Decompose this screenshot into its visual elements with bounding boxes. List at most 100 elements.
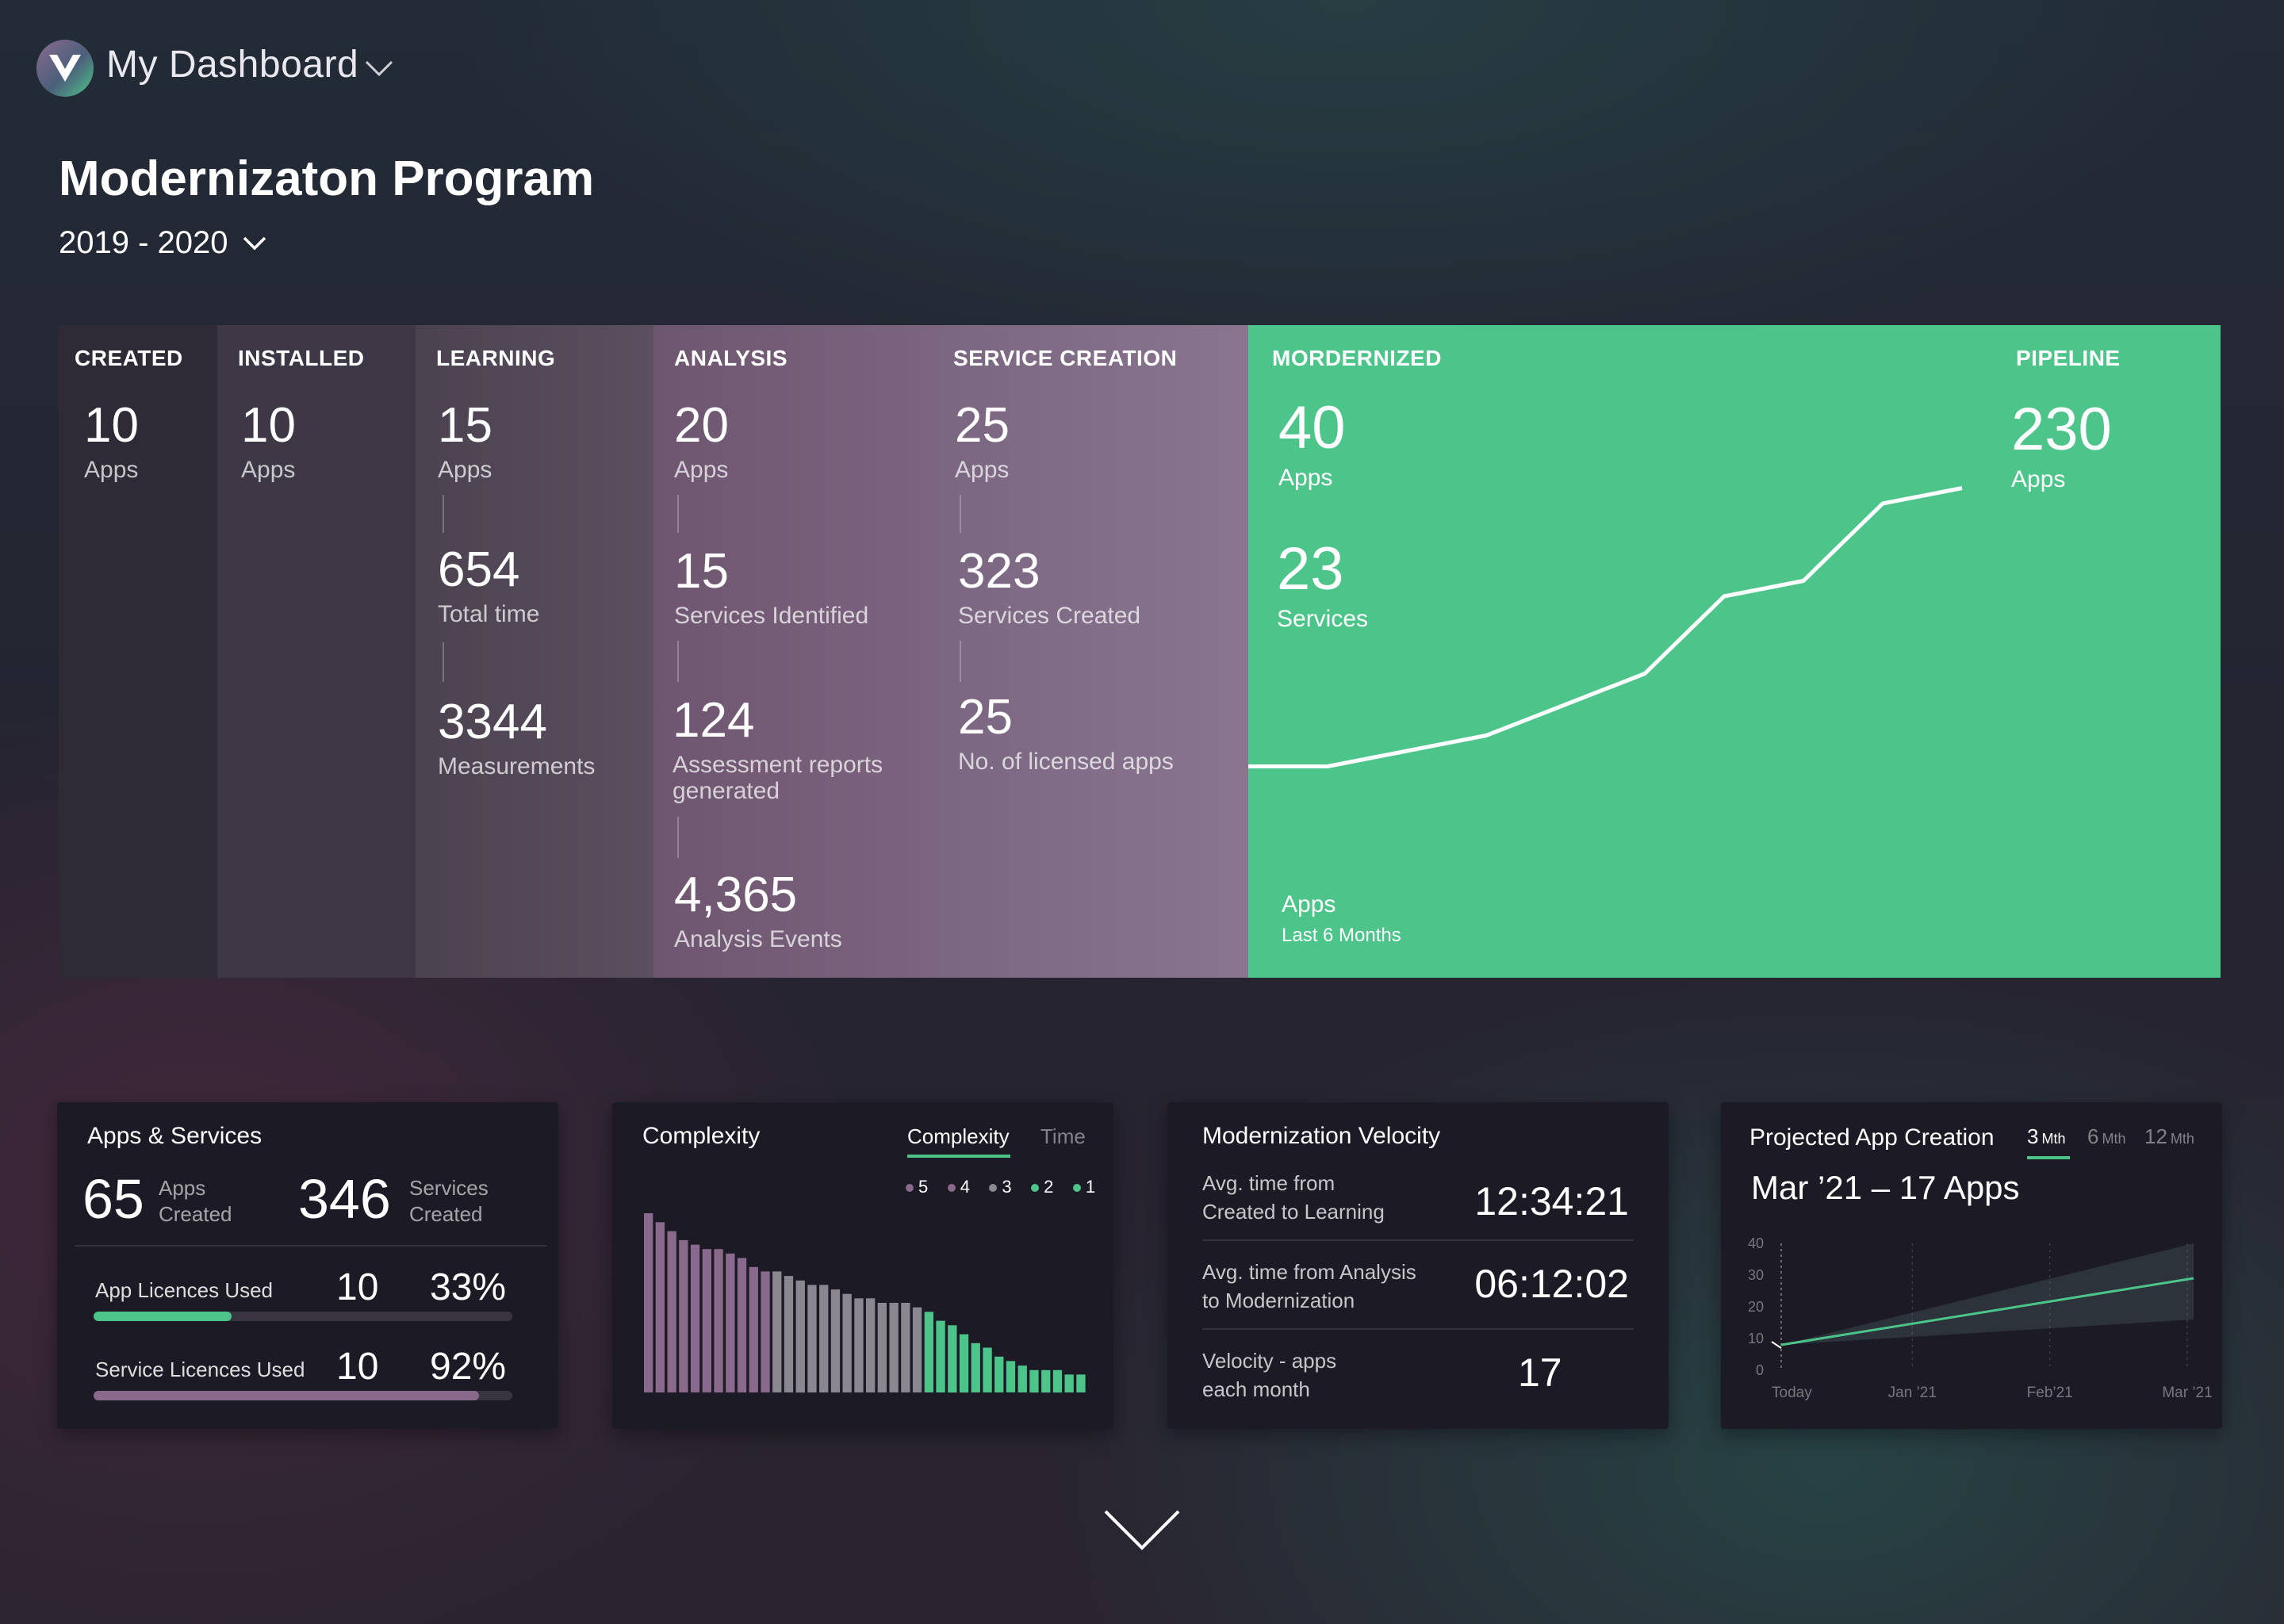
metric-value: 25 (958, 690, 1013, 745)
metric-value: 10 (84, 398, 139, 453)
pipeline-title: PIPELINE (2016, 346, 2121, 370)
bar (702, 1249, 711, 1392)
card-title: Projected App Creation (1749, 1124, 1995, 1151)
stage-title: MORDERNIZED (1272, 346, 1442, 370)
progress-fill (94, 1391, 479, 1400)
bar (679, 1239, 688, 1392)
complexity-card: Complexity Complexity Time 5 4 3 2 1 (612, 1102, 1113, 1429)
bar (749, 1266, 758, 1392)
bar (737, 1258, 747, 1392)
tab-complexity[interactable]: Complexity (907, 1124, 1010, 1149)
projected-line-chart: 40 30 20 10 0 Today Jan ’21 Feb’21 Mar ’21 (1748, 1237, 2213, 1401)
bar (726, 1253, 735, 1392)
complexity-legend: 5 4 3 2 1 (890, 1177, 1095, 1197)
divider (677, 495, 679, 533)
stage-analysis[interactable]: ANALYSIS 20 Apps 15 Services Identified … (653, 325, 931, 978)
metric-value: 15 (674, 544, 729, 599)
bar (761, 1271, 770, 1392)
stage-service-creation[interactable]: SERVICE CREATION 25 Apps 323 Services Cr… (931, 325, 1248, 978)
stage-metric: 10 Apps (241, 398, 296, 484)
year-range-selector[interactable]: 2019 - 2020 (59, 225, 228, 261)
y-tick-label: 40 (1748, 1237, 1764, 1251)
tab-time[interactable]: Time (1040, 1124, 1086, 1149)
stage-modernized[interactable]: MORDERNIZED 40 Apps 23 Services Apps Las… (1248, 325, 2221, 978)
metric-label: Services Created (958, 603, 1141, 629)
stage-metric: 25 Apps (955, 401, 1010, 484)
velocity-value: 17 (1518, 1350, 1562, 1395)
stage-metric: 3344 Measurements (438, 698, 596, 780)
divider (960, 495, 961, 533)
metric-value: 4,365 (674, 868, 798, 922)
metric-label: Total time (438, 601, 540, 627)
stage-title: SERVICE CREATION (953, 346, 1178, 370)
legend-dot (906, 1184, 914, 1193)
bar (1064, 1374, 1074, 1392)
metric-value: 10 (241, 398, 296, 453)
stage-learning[interactable]: LEARNING 15 Apps 654 Total time 3344 Mea… (416, 325, 653, 978)
velocity-value: 12:34:21 (1474, 1179, 1629, 1224)
chevron-down-icon[interactable] (363, 59, 395, 78)
bar (644, 1213, 653, 1392)
tab-12-month[interactable]: 12 Mth (2144, 1124, 2194, 1149)
stage-created[interactable]: CREATED 10 Apps (59, 325, 217, 978)
chevron-down-icon[interactable] (241, 235, 268, 252)
active-tab-underline (907, 1155, 1010, 1158)
bar (959, 1334, 969, 1393)
stage-metric: 124 Assessment reports generated (673, 696, 910, 805)
metric-value: 230 (2011, 396, 2112, 463)
bar (912, 1307, 922, 1392)
scroll-down-chevron-icon[interactable] (1102, 1507, 1182, 1554)
app-logo[interactable] (36, 40, 94, 97)
stage-metric: 15 Apps (438, 398, 492, 484)
stage-metric: 20 Apps (674, 398, 729, 484)
stage-title: ANALYSIS (674, 346, 788, 370)
divider (677, 641, 679, 682)
metric-value: 15 (438, 398, 492, 453)
bar (807, 1285, 817, 1392)
metric-label: Apps (241, 457, 296, 483)
bar (983, 1347, 992, 1392)
metric-label: Measurements (438, 753, 596, 779)
legend-dot (947, 1184, 956, 1193)
bar (1006, 1361, 1016, 1392)
metric-value: 654 (438, 542, 520, 597)
bar (667, 1231, 676, 1392)
bar (971, 1342, 980, 1392)
legend-item: 3 (989, 1177, 1012, 1197)
stage-metric: 4,365 Analysis Events (674, 868, 842, 953)
legend-dot (1031, 1184, 1040, 1193)
app-licences-percent: 33% (430, 1266, 507, 1308)
apps-created-label: Apps Created (159, 1176, 232, 1226)
stage-metric: 323 Services Created (958, 544, 1141, 630)
card-title: Apps & Services (87, 1123, 263, 1149)
bar (866, 1298, 876, 1392)
bar (854, 1298, 864, 1392)
stage-title: INSTALLED (238, 346, 365, 370)
modernized-apps-line-chart (1248, 486, 1963, 768)
metric-value: 20 (674, 398, 729, 453)
legend-dot (989, 1184, 998, 1193)
bar (924, 1312, 933, 1392)
app-licences-count: 10 (336, 1266, 379, 1308)
chart-sublabel: Last 6 Months (1282, 925, 1401, 946)
page-title: Modernizaton Program (59, 151, 595, 206)
stage-title: LEARNING (436, 346, 556, 370)
projection-band (1781, 1243, 2194, 1345)
bar (901, 1303, 910, 1392)
x-tick-label: Jan ’21 (1888, 1385, 1937, 1401)
progress-fill (94, 1312, 232, 1321)
bar (1017, 1365, 1027, 1392)
metric-label: Assessment reports generated (673, 752, 883, 804)
apps-services-card: Apps & Services 65 Apps Created 346 Serv… (57, 1102, 558, 1429)
services-created-value: 346 (298, 1168, 391, 1230)
stage-installed[interactable]: INSTALLED 10 Apps (217, 325, 416, 978)
stage-metric: 10 Apps (84, 398, 139, 484)
tab-3-month[interactable]: 3 Mth (2027, 1124, 2065, 1149)
metric-label: Services Identified (674, 603, 869, 629)
service-licences-count: 10 (336, 1346, 379, 1388)
bar (842, 1293, 852, 1392)
metric-value: 323 (958, 544, 1040, 599)
tab-6-month[interactable]: 6 Mth (2087, 1124, 2125, 1149)
dashboard-title[interactable]: My Dashboard (106, 43, 358, 86)
bar (772, 1271, 782, 1392)
